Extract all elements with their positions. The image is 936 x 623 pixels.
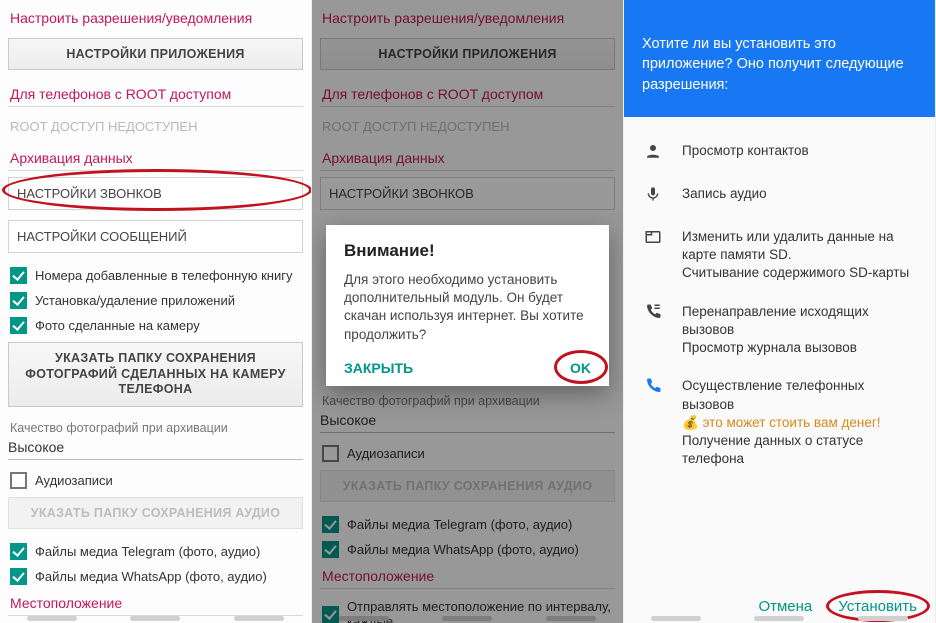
screenshot-2: Настроить разрешения/уведомления НАСТРОЙ… — [312, 0, 624, 623]
permissions-link[interactable]: Настроить разрешения/уведомления — [8, 6, 303, 34]
perm-text: Изменить или удалить данные на карте пам… — [682, 228, 917, 283]
audio-folder-button: УКАЗАТЬ ПАПКУ СОХРАНЕНИЯ АУДИО — [320, 470, 615, 502]
perm-storage: Изменить или удалить данные на карте пам… — [642, 218, 917, 293]
microphone-icon — [642, 185, 664, 208]
call-log-icon — [642, 303, 664, 326]
chk-label: Фото сделанные на камеру — [35, 318, 200, 333]
chk-label: Аудиозаписи — [35, 473, 113, 488]
perm-audio: Запись аудио — [642, 175, 917, 218]
checkbox-icon — [10, 267, 27, 284]
dialog-body: Для этого необходимо установить дополнит… — [344, 271, 591, 344]
chk-label: Аудиозаписи — [347, 446, 425, 461]
contacts-icon — [642, 142, 664, 165]
perm-text: Запись аудио — [682, 185, 767, 203]
chk-label: Номера добавленные в телефонную книгу — [35, 268, 292, 283]
sd-card-icon — [642, 228, 664, 251]
call-settings-button[interactable]: НАСТРОЙКИ ЗВОНКОВ — [8, 177, 303, 210]
chk-telegram-row[interactable]: Файлы медиа Telegram (фото, аудио) — [320, 512, 615, 537]
chk-label: Файлы медиа WhatsApp (фото, аудио) — [347, 542, 579, 557]
photo-quality-label: Качество фотографий при архивации — [320, 390, 615, 410]
checkbox-icon — [10, 292, 27, 309]
app-settings-button[interactable]: НАСТРОЙКИ ПРИЛОЖЕНИЯ — [8, 38, 303, 70]
location-section-header: Местоположение — [320, 562, 615, 589]
chk-label: Файлы медиа Telegram (фото, аудио) — [35, 544, 260, 559]
perm-call-log: Перенаправление исходящих вызовов Просмо… — [642, 293, 917, 368]
location-section-header: Местоположение — [8, 589, 303, 616]
checkbox-icon — [322, 516, 339, 533]
app-settings-button[interactable]: НАСТРОЙКИ ПРИЛОЖЕНИЯ — [320, 38, 615, 70]
dialog-title: Внимание! — [344, 241, 591, 261]
chk-audio-row[interactable]: Аудиозаписи — [8, 468, 303, 493]
perm-phone: Осуществление телефонных вызовов 💰 это м… — [642, 367, 917, 478]
call-settings-button[interactable]: НАСТРОЙКИ ЗВОНКОВ — [320, 177, 615, 210]
install-header: Хотите ли вы установить это приложение? … — [624, 0, 935, 117]
checkbox-icon — [322, 445, 339, 462]
archive-section-header: Архивация данных — [8, 144, 303, 171]
checkbox-icon — [10, 568, 27, 585]
chk-apps-row[interactable]: Установка/удаление приложений — [8, 288, 303, 313]
root-section-header: Для телефонов с ROOT доступом — [320, 80, 615, 107]
chk-whatsapp-row[interactable]: Файлы медиа WhatsApp (фото, аудио) — [320, 537, 615, 562]
audio-folder-button: УКАЗАТЬ ПАПКУ СОХРАНЕНИЯ АУДИО — [8, 497, 303, 529]
message-settings-button[interactable]: НАСТРОЙКИ СООБЩЕНИЙ — [8, 220, 303, 253]
perm-contacts: Просмотр контактов — [642, 132, 917, 175]
dialog-ok-button[interactable]: OK — [570, 360, 591, 376]
photo-quality-select[interactable]: Высокое — [320, 410, 615, 433]
screenshot-1: Настроить разрешения/уведомления НАСТРОЙ… — [0, 0, 312, 623]
root-unavailable-note: ROOT ДОСТУП НЕДОСТУПЕН — [8, 113, 303, 144]
photo-quality-label: Качество фотографий при архивации — [8, 417, 303, 437]
chk-audio-row[interactable]: Аудиозаписи — [320, 441, 615, 466]
checkbox-icon — [10, 472, 27, 489]
photo-quality-select[interactable]: Высокое — [8, 437, 303, 460]
chk-whatsapp-row[interactable]: Файлы медиа WhatsApp (фото, аудио) — [8, 564, 303, 589]
screenshot-3-install-prompt: Хотите ли вы установить это приложение? … — [624, 0, 936, 623]
checkbox-icon — [10, 543, 27, 560]
confirm-dialog: Внимание! Для этого необходимо установит… — [326, 225, 609, 386]
perm-text: Осуществление телефонных вызовов 💰 это м… — [682, 377, 917, 468]
chk-label: Файлы медиа Telegram (фото, аудио) — [347, 517, 572, 532]
chk-label: Установка/удаление приложений — [35, 293, 235, 308]
dialog-close-button[interactable]: ЗАКРЫТЬ — [344, 360, 413, 376]
root-unavailable-note: ROOT ДОСТУП НЕДОСТУПЕН — [320, 113, 615, 144]
phone-icon — [642, 377, 664, 400]
install-header-text: Хотите ли вы установить это приложение? … — [642, 36, 904, 93]
photo-folder-button[interactable]: УКАЗАТЬ ПАПКУ СОХРАНЕНИЯ ФОТОГРАФИЙ СДЕЛ… — [8, 342, 303, 407]
checkbox-icon — [10, 317, 27, 334]
archive-section-header: Архивация данных — [320, 144, 615, 171]
root-section-header: Для телефонов с ROOT доступом — [8, 80, 303, 107]
permissions-list: Просмотр контактов Запись аудио Изменить… — [624, 124, 935, 486]
chk-camera-row[interactable]: Фото сделанные на камеру — [8, 313, 303, 338]
checkbox-icon — [322, 541, 339, 558]
perm-text: Просмотр контактов — [682, 142, 809, 160]
android-nav-bar — [312, 613, 623, 623]
chk-telegram-row[interactable]: Файлы медиа Telegram (фото, аудио) — [8, 539, 303, 564]
perm-text: Перенаправление исходящих вызовов Просмо… — [682, 303, 917, 358]
chk-contacts-row[interactable]: Номера добавленные в телефонную книгу — [8, 263, 303, 288]
chk-label: Файлы медиа WhatsApp (фото, аудио) — [35, 569, 267, 584]
permissions-link[interactable]: Настроить разрешения/уведомления — [320, 6, 615, 34]
android-nav-bar — [624, 613, 935, 623]
android-nav-bar — [0, 613, 311, 623]
